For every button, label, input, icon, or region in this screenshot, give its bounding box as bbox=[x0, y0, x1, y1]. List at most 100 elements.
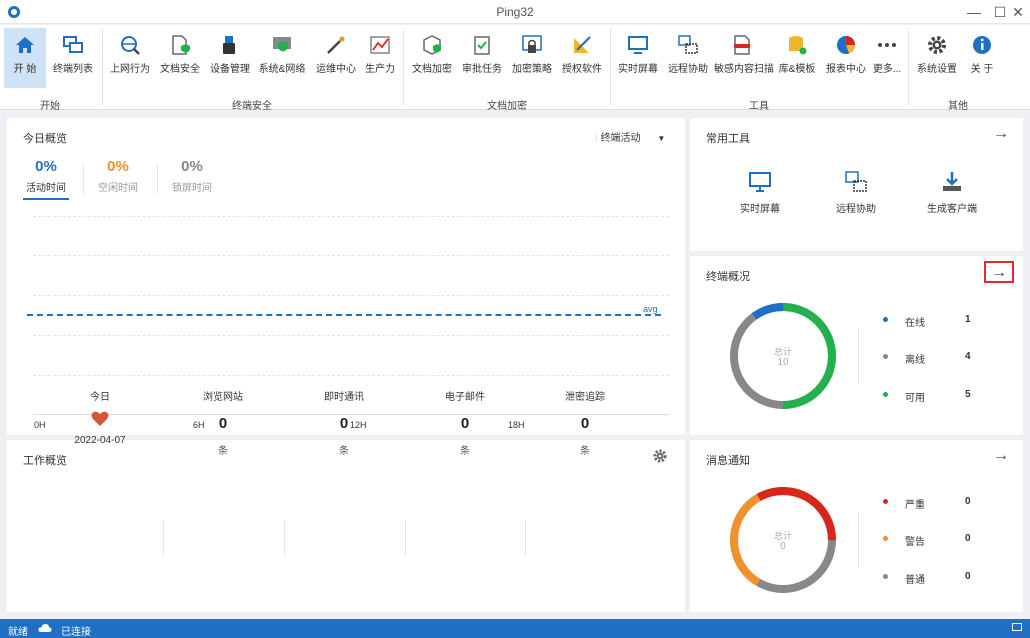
message-notification-panel: 消息通知 → 总计 0 严重 0 警告 0 普通 0 bbox=[690, 440, 1023, 612]
tool-remote-assist[interactable]: 远程协助 bbox=[816, 170, 896, 215]
arrow-right-icon: → bbox=[991, 264, 1007, 281]
ribbon-settings[interactable]: 系统设置 bbox=[914, 28, 960, 88]
stat-idle-time[interactable]: 0% 空闲时间 bbox=[95, 158, 141, 194]
ribbon-divider bbox=[403, 29, 404, 105]
clipboard-check-icon bbox=[474, 36, 490, 55]
message-more-button[interactable]: → bbox=[986, 446, 1016, 468]
ribbon-library-template[interactable]: 库&模板 bbox=[776, 28, 818, 88]
document-shield-icon bbox=[172, 35, 190, 55]
avg-line-label: avg bbox=[643, 304, 658, 314]
ribbon-productivity[interactable]: 生产力 bbox=[362, 28, 398, 88]
status-dot bbox=[883, 317, 888, 322]
download-icon bbox=[943, 172, 961, 191]
ribbon-encrypt-policy[interactable]: 加密策略 bbox=[508, 28, 556, 88]
box-shield-icon bbox=[423, 35, 441, 55]
ribbon-group-start-title: 开始 bbox=[40, 101, 60, 112]
ribbon-web-behavior[interactable]: 上网行为 bbox=[106, 28, 154, 88]
common-tools-title: 常用工具 bbox=[706, 133, 750, 145]
window-title: Ping32 bbox=[496, 5, 534, 19]
monitor-icon bbox=[749, 172, 771, 192]
ribbon-start[interactable]: 开 始 bbox=[4, 28, 46, 88]
ribbon-sensitive-scan[interactable]: 敏感内容扫描 bbox=[714, 28, 774, 88]
stat-active-time[interactable]: 0% 活动时间 bbox=[23, 158, 69, 200]
gridline bbox=[33, 216, 669, 217]
line-chart-icon bbox=[370, 36, 390, 54]
ribbon-doc-encrypt[interactable]: 文档加密 bbox=[408, 28, 456, 88]
database-gear-icon bbox=[789, 36, 807, 55]
ribbon-realtime-screen[interactable]: 实时屏幕 bbox=[614, 28, 662, 88]
ribbon-ops-center[interactable]: 运维中心 bbox=[312, 28, 360, 88]
ribbon-toolbar: 开 始 终端列表 开始 上网行为 文档安全 设备管理 系统&网络 运维中心 生产… bbox=[0, 25, 1030, 112]
ribbon-group-other-title: 其他 bbox=[948, 101, 968, 112]
ribbon-group-encrypt-title: 文档加密 bbox=[487, 101, 527, 112]
terminal-overview-more-button[interactable]: → bbox=[984, 261, 1014, 283]
ribbon-divider bbox=[908, 29, 909, 105]
ribbon-about[interactable]: 关 于 bbox=[962, 28, 1002, 88]
ribbon-doc-security[interactable]: 文档安全 bbox=[156, 28, 204, 88]
minimize-button[interactable]: — bbox=[962, 2, 986, 22]
tool-realtime-screen[interactable]: 实时屏幕 bbox=[720, 170, 800, 215]
status-bar: 就绪 已连接 bbox=[0, 619, 1030, 638]
common-tools-panel: 常用工具 → 实时屏幕 远程协助 生成客户端 bbox=[690, 118, 1023, 251]
work-instant-messaging[interactable]: 即时通讯 0 条 bbox=[284, 388, 404, 457]
ribbon-report-center[interactable]: 报表中心 bbox=[824, 28, 868, 88]
gridline bbox=[33, 255, 669, 256]
ribbon-approval[interactable]: 审批任务 bbox=[460, 28, 504, 88]
monitor-icon bbox=[628, 36, 648, 54]
today-overview-title: 今日概览 bbox=[23, 133, 67, 145]
work-leak-tracking[interactable]: 泄密追踪 0 条 bbox=[525, 388, 645, 457]
donut-center-value: 0 bbox=[780, 541, 786, 552]
divider bbox=[405, 520, 406, 556]
ribbon-authorized-software[interactable]: 授权软件 bbox=[558, 28, 606, 88]
ribbon-group-tools-title: 工具 bbox=[749, 101, 769, 112]
gridline bbox=[33, 295, 669, 296]
info-icon bbox=[973, 36, 991, 54]
ribbon-system-network[interactable]: 系统&网络 bbox=[256, 28, 308, 88]
gear-icon bbox=[653, 449, 667, 463]
arrow-right-icon: → bbox=[993, 447, 1009, 464]
work-email[interactable]: 电子邮件 0 条 bbox=[405, 388, 525, 457]
ribbon-remote-assist[interactable]: 远程协助 bbox=[664, 28, 712, 88]
work-today: 今日 2022-04-07 bbox=[35, 388, 165, 446]
divider bbox=[858, 512, 859, 568]
divider bbox=[858, 328, 859, 384]
activity-filter-dropdown[interactable]: ⁞ 终端活动 ▼ bbox=[595, 129, 665, 144]
close-button[interactable]: ✕ bbox=[1006, 2, 1030, 22]
gridline bbox=[33, 335, 669, 336]
title-bar: Ping32 — ☐ ✕ bbox=[0, 0, 1030, 24]
magic-wand-icon bbox=[327, 36, 345, 54]
home-icon bbox=[16, 37, 34, 53]
donut-center-value: 10 bbox=[777, 357, 789, 368]
divider bbox=[157, 164, 158, 194]
cloud-icon bbox=[38, 624, 52, 632]
divider bbox=[163, 520, 164, 556]
ribbon-divider bbox=[102, 29, 103, 105]
stat-lock-time[interactable]: 0% 锁屏时间 bbox=[169, 158, 215, 194]
tool-generate-client[interactable]: 生成客户端 bbox=[912, 170, 992, 215]
ribbon-device-mgmt[interactable]: 设备管理 bbox=[206, 28, 254, 88]
more-dots-icon bbox=[878, 43, 896, 47]
connection-status: 已连接 bbox=[61, 627, 91, 638]
active-tab-underline bbox=[23, 198, 69, 200]
usb-device-icon bbox=[223, 36, 235, 54]
globe-search-icon bbox=[121, 36, 140, 55]
status-dot bbox=[883, 354, 888, 359]
keyboard-icon bbox=[1012, 623, 1022, 631]
monitors-icon bbox=[63, 36, 83, 53]
common-tools-more-button[interactable]: → bbox=[986, 124, 1016, 146]
heart-icon bbox=[91, 411, 109, 426]
terminal-overview-panel: 终端概况 → 总计 10 在线 1 离线 4 可用 5 bbox=[690, 256, 1023, 435]
divider bbox=[284, 520, 285, 556]
work-settings-button[interactable] bbox=[652, 448, 668, 467]
ribbon-more[interactable]: 更多... bbox=[870, 28, 904, 88]
work-overview-title: 工作概览 bbox=[23, 455, 67, 467]
gridline bbox=[33, 375, 669, 376]
remote-desktop-icon bbox=[678, 35, 698, 54]
ribbon-terminal-list[interactable]: 终端列表 bbox=[50, 28, 96, 88]
ruler-pencil-icon bbox=[574, 36, 591, 53]
firewall-shield-icon bbox=[273, 37, 291, 52]
document-scan-icon bbox=[734, 35, 750, 55]
lock-window-icon bbox=[522, 35, 542, 53]
work-browse-websites[interactable]: 浏览网站 0 条 bbox=[163, 388, 283, 457]
status-dot bbox=[883, 392, 888, 397]
